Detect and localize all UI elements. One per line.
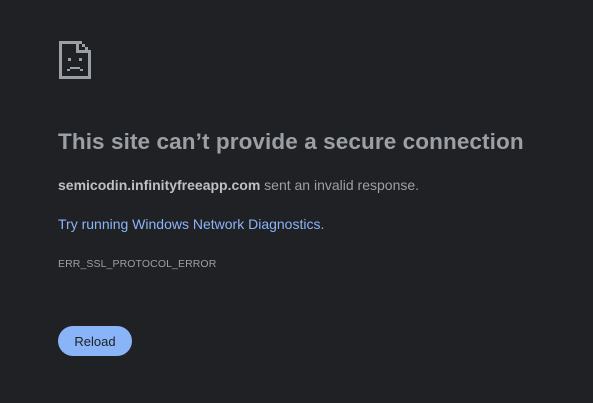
- suggestion: Try running Windows Network Diagnostics.: [58, 216, 324, 232]
- suggestion-suffix: .: [320, 216, 325, 232]
- network-diagnostics-link[interactable]: Try running Windows Network Diagnostics: [58, 216, 320, 232]
- reload-button[interactable]: Reload: [58, 326, 132, 356]
- error-page: This site can’t provide a secure connect…: [0, 0, 593, 403]
- error-summary: semicodin.infinityfreeapp.com sent an in…: [58, 177, 419, 193]
- error-code: ERR_SSL_PROTOCOL_ERROR: [58, 258, 217, 270]
- page-title: This site can’t provide a secure connect…: [58, 129, 524, 154]
- site-hostname: semicodin.infinityfreeapp.com: [58, 177, 261, 193]
- sad-page-icon: [57, 39, 93, 81]
- error-summary-message: sent an invalid response.: [260, 177, 420, 193]
